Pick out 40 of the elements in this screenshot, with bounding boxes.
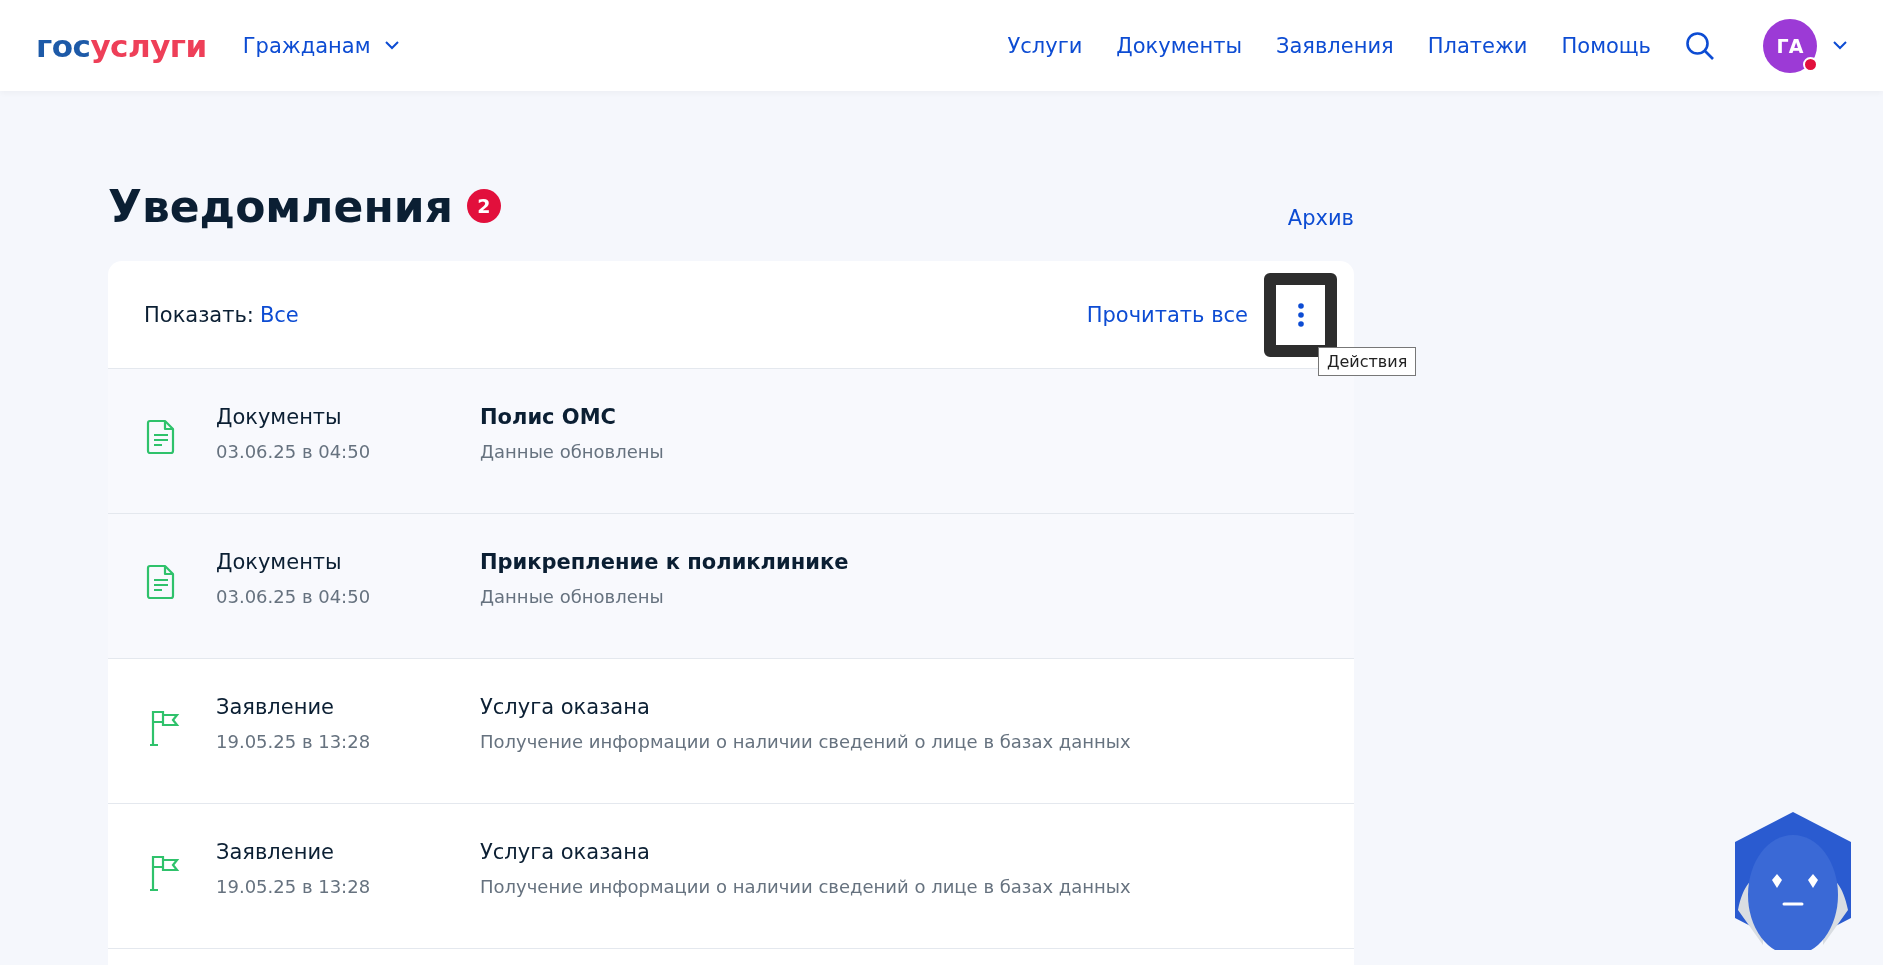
notification-title: Прикрепление к поликлинике	[480, 550, 850, 574]
chevron-down-icon	[384, 41, 399, 50]
notification-category: Документы	[216, 405, 343, 429]
notification-description: Данные обновлены	[480, 586, 665, 607]
search-icon[interactable]	[1685, 30, 1715, 61]
notification-date: 19.05.25 в 13:28	[216, 731, 372, 752]
nav-link[interactable]: Документы	[1116, 33, 1242, 58]
notification-description: Данные обновлены	[480, 441, 665, 462]
notification-category: Заявление	[216, 840, 335, 864]
notification-title: Услуга оказана	[480, 840, 651, 864]
nav-link[interactable]: Помощь	[1561, 33, 1651, 58]
chevron-down-icon[interactable]	[1833, 41, 1847, 50]
notification-category: Заявление	[216, 695, 335, 719]
notification-row[interactable]: Документы 03.06.25 в 04:50 Полис ОМС Данные обновлены	[108, 369, 1354, 514]
notification-description: Получение информации о наличии сведений о лице в базах данных	[480, 731, 1132, 752]
tooltip: Действия	[1318, 347, 1417, 376]
filter-label: Показать:	[144, 302, 254, 327]
notification-row[interactable]: Документы 03.06.25 в 04:50 Прикрепление к поликлинике Данные обновлены	[108, 514, 1354, 659]
notification-date: 19.05.25 в 13:28	[216, 876, 372, 897]
nav-link[interactable]: Заявления	[1276, 33, 1394, 58]
notification-date: 03.06.25 в 04:50	[216, 586, 372, 607]
user-avatar[interactable]: ГА	[1763, 18, 1817, 73]
read-all-link[interactable]: Прочитать все	[1086, 302, 1248, 327]
logo[interactable]: госуслуги	[36, 27, 207, 64]
notification-description: Получение информации о наличии сведений о лице в базах данных	[480, 876, 1132, 897]
document-icon	[146, 419, 176, 455]
actions-button[interactable]	[1264, 272, 1337, 357]
filter-link[interactable]: Все	[259, 302, 299, 327]
notification-date: 03.06.25 в 04:50	[216, 441, 372, 462]
notification-title: Полис ОМС	[480, 405, 618, 429]
page-title: Уведомления	[108, 180, 453, 232]
more-vertical-icon	[1297, 302, 1304, 327]
count-badge: 2	[466, 189, 501, 223]
notification-category: Документы	[216, 550, 343, 574]
nav-link[interactable]: Платежи	[1427, 33, 1528, 58]
archive-link[interactable]: Архив	[1287, 206, 1354, 230]
audience-dropdown[interactable]: Гражданам	[242, 33, 399, 58]
nav-link[interactable]: Услуги	[1007, 33, 1083, 58]
document-icon	[146, 564, 176, 600]
notification-title: Услуга оказана	[480, 695, 651, 719]
